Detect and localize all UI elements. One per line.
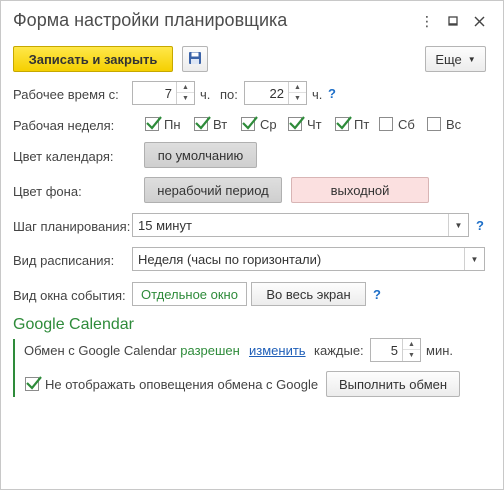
day-label-3[interactable]: Ср (260, 117, 277, 132)
spin-down-icon[interactable]: ▼ (177, 93, 194, 104)
event-window-separate-option[interactable]: Отдельное окно (132, 282, 247, 306)
work-time-to-label: по: (220, 87, 238, 102)
work-time-from-spinner[interactable]: ▲ ▼ (176, 82, 194, 104)
google-no-notify-label[interactable]: Не отображать оповещения обмена с Google (45, 377, 318, 392)
calendar-color-label: Цвет календаря: (13, 149, 114, 164)
day-label-7[interactable]: Вс (446, 117, 461, 132)
spin-down-icon[interactable]: ▼ (289, 93, 306, 104)
google-change-link[interactable]: изменить (249, 343, 306, 358)
more-button[interactable]: Еще ▼ (425, 46, 486, 72)
day-label-5[interactable]: Пт (354, 117, 369, 132)
close-icon[interactable] (469, 11, 489, 31)
spin-down-icon[interactable]: ▼ (403, 350, 420, 361)
more-button-label: Еще (435, 51, 462, 67)
google-section-title: Google Calendar (13, 316, 134, 333)
work-time-from-field[interactable]: 7 ▲ ▼ (132, 81, 195, 105)
background-color-label: Цвет фона: (13, 184, 82, 199)
event-window-fullscreen-option[interactable]: Во весь экран (251, 282, 366, 306)
google-exchange-prefix: Обмен с Google Calendar (24, 343, 177, 358)
google-interval-unit: мин. (426, 343, 453, 358)
spin-up-icon[interactable]: ▲ (289, 82, 306, 93)
day-checkbox-3[interactable] (241, 116, 258, 131)
work-time-to-value: 22 (269, 86, 284, 101)
day-label-6[interactable]: Сб (398, 117, 415, 132)
settings-window: Форма настройки планировщика ⋮ Записать … (0, 0, 504, 490)
planning-step-value: 15 минут (138, 218, 192, 233)
dayoff-button[interactable]: выходной (291, 177, 429, 203)
google-group-bar (13, 339, 15, 397)
google-exchange-status: Обмен с Google Calendar разрешен (24, 343, 240, 358)
spin-up-icon[interactable]: ▲ (177, 82, 194, 93)
chevron-down-icon[interactable]: ▼ (448, 214, 468, 236)
checkmark-icon (336, 116, 352, 130)
nonworking-period-button[interactable]: нерабочий период (144, 177, 282, 203)
work-time-from-unit: ч. (200, 87, 211, 102)
schedule-view-select[interactable]: Неделя (часы по горизонтали) ▼ (132, 247, 485, 271)
spin-up-icon[interactable]: ▲ (403, 339, 420, 350)
google-exchange-status-value: разрешен (180, 343, 240, 358)
day-checkbox-4[interactable] (288, 116, 305, 131)
day-checkbox-6[interactable] (379, 117, 393, 131)
google-no-notify-checkbox[interactable] (25, 376, 42, 391)
google-interval-value: 5 (390, 343, 398, 358)
more-vertical-icon[interactable]: ⋮ (417, 11, 437, 31)
day-label-2[interactable]: Вт (213, 117, 227, 132)
work-time-help-icon[interactable]: ? (328, 86, 336, 101)
window-title: Форма настройки планировщика (13, 10, 288, 30)
work-time-to-spinner[interactable]: ▲ ▼ (288, 82, 306, 104)
day-checkbox-7[interactable] (427, 117, 441, 131)
schedule-view-label: Вид расписания: (13, 253, 115, 268)
chevron-down-icon: ▼ (467, 54, 476, 64)
work-time-from-value: 7 (164, 86, 172, 101)
google-interval-field[interactable]: 5 ▲ ▼ (370, 338, 421, 362)
day-label-1[interactable]: Пн (164, 117, 181, 132)
work-time-to-unit: ч. (312, 87, 323, 102)
day-checkbox-2[interactable] (194, 116, 211, 131)
planning-step-select[interactable]: 15 минут ▼ (132, 213, 469, 237)
checkmark-icon (26, 376, 42, 390)
work-week-label: Рабочая неделя: (13, 118, 115, 133)
work-time-label: Рабочее время с: (13, 87, 119, 102)
maximize-button[interactable] (443, 11, 463, 31)
floppy-disk-icon (188, 51, 202, 68)
checkmark-icon (195, 116, 211, 130)
run-exchange-button[interactable]: Выполнить обмен (326, 371, 460, 397)
day-checkbox-1[interactable] (145, 116, 162, 131)
planning-step-help-icon[interactable]: ? (476, 218, 484, 233)
event-window-label: Вид окна события: (13, 288, 126, 303)
google-every-label: каждые: (314, 343, 364, 358)
schedule-view-value: Неделя (часы по горизонтали) (138, 252, 322, 267)
chevron-down-icon[interactable]: ▼ (464, 248, 484, 270)
work-time-to-field[interactable]: 22 ▲ ▼ (244, 81, 307, 105)
title-bar: Форма настройки планировщика ⋮ (1, 1, 503, 41)
planning-step-label: Шаг планирования: (13, 219, 131, 234)
save-and-close-button[interactable]: Записать и закрыть (13, 46, 173, 72)
day-label-4[interactable]: Чт (307, 117, 322, 132)
save-button[interactable] (182, 46, 208, 72)
event-window-help-icon[interactable]: ? (373, 287, 381, 302)
day-checkbox-5[interactable] (335, 116, 352, 131)
calendar-color-default-button[interactable]: по умолчанию (144, 142, 257, 168)
checkmark-icon (146, 116, 162, 130)
google-interval-spinner[interactable]: ▲ ▼ (402, 339, 420, 361)
checkmark-icon (289, 116, 305, 130)
checkmark-icon (242, 116, 258, 130)
